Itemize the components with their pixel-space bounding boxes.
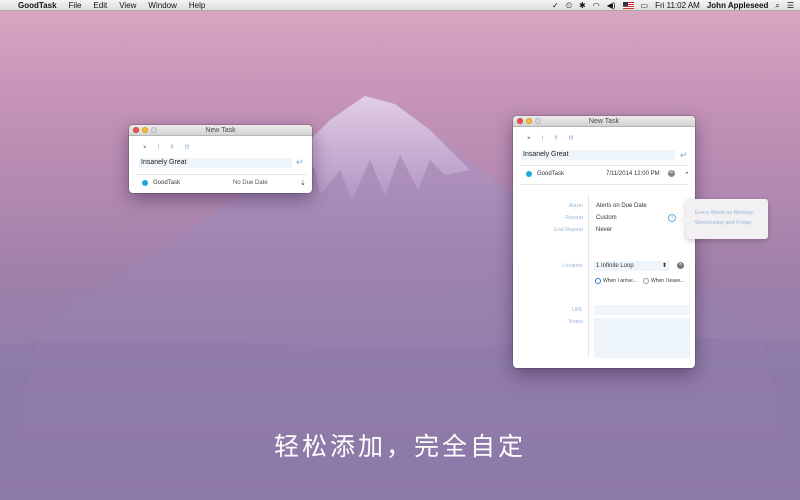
end-repeat-label: End Repeat	[553, 227, 583, 233]
zoom-button[interactable]	[151, 127, 157, 133]
priority-high-button[interactable]: !!!	[185, 145, 190, 151]
menu-bar: GoodTask File Edit View Window Help ✓ ⏲ …	[0, 0, 800, 11]
return-icon[interactable]: ↵	[680, 150, 688, 161]
priority-none-button[interactable]: ×	[527, 136, 531, 142]
checkmark-icon[interactable]: ✓	[552, 1, 559, 10]
spotlight-search-icon[interactable]: ⌕	[775, 1, 779, 11]
task-title-input[interactable]: Insanely Great	[521, 150, 675, 160]
location-stepper-icon[interactable]: ⬍	[662, 262, 667, 269]
menu-edit[interactable]: Edit	[93, 1, 107, 10]
end-repeat-value[interactable]: Never	[596, 227, 612, 233]
clock-datetime[interactable]: Fri 11:02 AM	[655, 1, 700, 10]
volume-icon[interactable]: ◀)	[607, 1, 616, 10]
list-color-dot	[142, 180, 148, 186]
alarm-value[interactable]: Alerts on Due Date	[596, 203, 647, 209]
wifi-icon[interactable]: ◠	[593, 1, 600, 10]
divider	[519, 184, 689, 185]
user-name[interactable]: John Appleseed	[707, 1, 769, 10]
list-name[interactable]: GoodTask	[153, 180, 180, 186]
menu-app-name[interactable]: GoodTask	[18, 1, 57, 10]
new-task-window-expanded: New Task × ! !! !!! Insanely Great ↵ Goo…	[513, 116, 695, 368]
notes-textarea[interactable]	[594, 318, 690, 358]
divider	[135, 174, 306, 175]
notes-label: Notes	[568, 319, 583, 325]
close-button[interactable]	[517, 118, 523, 124]
list-color-dot	[526, 171, 532, 177]
url-label: URL	[571, 307, 583, 313]
clear-location-icon[interactable]: ×	[677, 262, 684, 269]
menu-window[interactable]: Window	[148, 1, 176, 10]
minimize-button[interactable]	[142, 127, 148, 133]
battery-icon[interactable]: ▭	[641, 1, 649, 10]
priority-selector: × ! !! !!!	[129, 145, 190, 151]
due-date[interactable]: No Due Date	[233, 180, 268, 186]
priority-none-button[interactable]: ×	[143, 145, 147, 151]
input-source-flag-icon[interactable]	[622, 2, 634, 9]
menu-file[interactable]: File	[69, 1, 82, 10]
window-title: New Task	[588, 118, 620, 125]
titlebar: New Task	[513, 116, 695, 127]
priority-medium-button[interactable]: !!	[170, 145, 173, 151]
priority-high-button[interactable]: !!!	[569, 136, 574, 142]
leave-radio[interactable]	[643, 278, 649, 284]
location-label: Location	[562, 263, 583, 269]
tooltip-line-1: Every Week on Monday,	[695, 210, 755, 216]
repeat-info-icon[interactable]: i	[668, 214, 676, 222]
arrive-radio[interactable]	[595, 278, 601, 284]
repeat-value[interactable]: Custom	[596, 215, 617, 221]
url-input[interactable]	[594, 305, 690, 315]
alarm-label: Alarm	[568, 203, 583, 209]
priority-low-button[interactable]: !	[158, 145, 160, 151]
location-value: 1 Infinite Loop	[596, 263, 634, 269]
arrive-label[interactable]: When I arrive...	[603, 278, 637, 284]
status-area: ✓ ⏲ ✱ ◠ ◀) ▭ Fri 11:02 AM John Appleseed…	[552, 0, 794, 11]
leave-label[interactable]: When I leave...	[651, 278, 684, 284]
window-title: New Task	[205, 127, 236, 134]
divider	[519, 165, 689, 166]
priority-low-button[interactable]: !	[542, 136, 544, 142]
time-machine-icon[interactable]: ⏲	[566, 1, 572, 11]
location-select[interactable]: 1 Infinite Loop ⬍	[594, 261, 669, 271]
promo-caption: 轻松添加，完全自定	[273, 432, 526, 461]
titlebar: New Task	[129, 125, 312, 136]
tooltip-line-2: Wednesday and Friday	[695, 220, 752, 226]
zoom-button[interactable]	[535, 118, 541, 124]
collapse-details-icon[interactable]: ⌃	[684, 171, 690, 179]
bluetooth-icon[interactable]: ✱	[579, 1, 586, 10]
clear-due-date-icon[interactable]: ×	[668, 170, 675, 177]
window-controls	[517, 118, 541, 124]
label-column-separator	[588, 194, 589, 358]
repeat-tooltip: Every Week on Monday, Wednesday and Frid…	[680, 199, 768, 239]
return-icon[interactable]: ↵	[296, 157, 304, 168]
close-button[interactable]	[133, 127, 139, 133]
due-date[interactable]: 7/11/2014 12:00 PM	[606, 171, 660, 177]
menu-view[interactable]: View	[119, 1, 136, 10]
minimize-button[interactable]	[526, 118, 532, 124]
new-task-window-compact: New Task × ! !! !!! Insanely Great ↵ Goo…	[129, 125, 312, 193]
repeat-label: Repeat	[565, 215, 583, 221]
task-title-input[interactable]: Insanely Great	[139, 158, 292, 168]
expand-details-icon[interactable]: ⇣	[300, 179, 306, 187]
priority-medium-button[interactable]: !!	[554, 136, 557, 142]
menu-help[interactable]: Help	[189, 1, 205, 10]
window-controls	[133, 127, 157, 133]
priority-selector: × ! !! !!!	[513, 136, 574, 142]
notification-center-icon[interactable]: ☰	[787, 1, 794, 10]
list-name[interactable]: GoodTask	[537, 171, 564, 177]
